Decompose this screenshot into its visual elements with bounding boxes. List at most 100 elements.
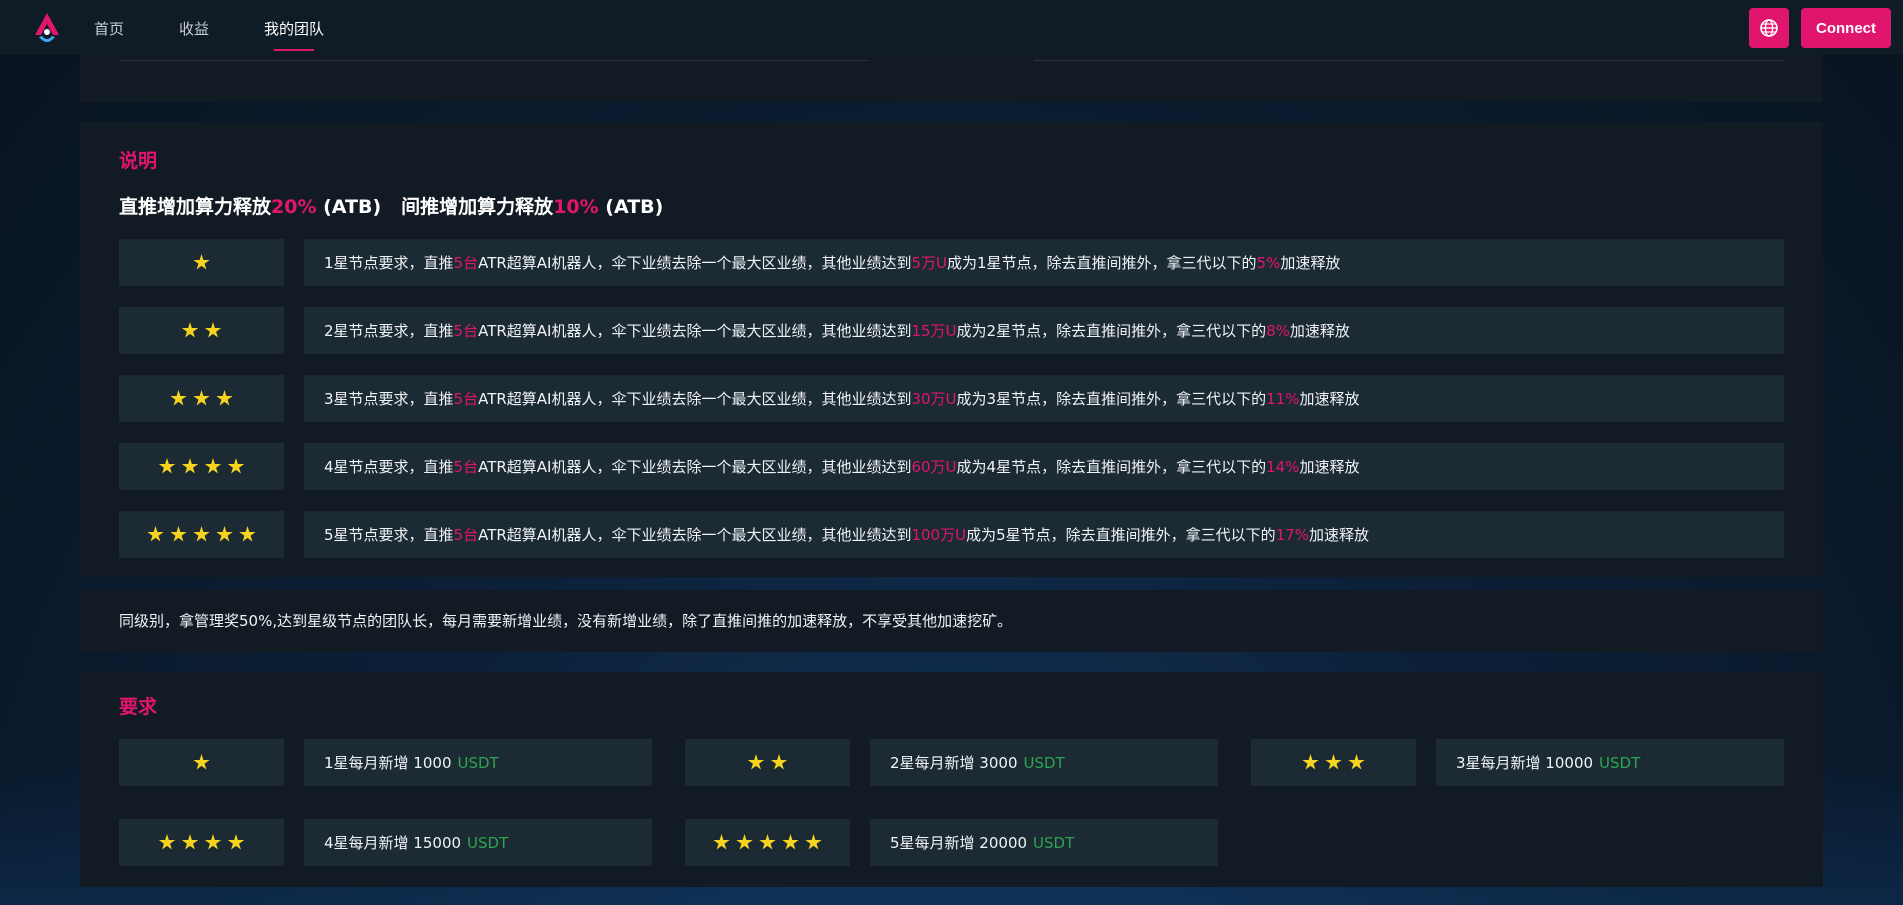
top-nav-bar: 首页 收益 我的团队 Connect xyxy=(0,0,1903,55)
row-text: 1星节点要求，直推 xyxy=(324,254,454,272)
star-icon xyxy=(782,834,799,850)
row-text: 加速释放 xyxy=(1280,254,1341,272)
divider-gap xyxy=(868,60,1034,62)
star-icon xyxy=(204,322,222,338)
row-highlight: 5台 xyxy=(453,526,479,544)
star-icon xyxy=(759,834,776,850)
monthly-requirement: 1星每月新增 1000 USDT xyxy=(304,739,652,786)
row-text: 成为4星节点，除去直推间推外，拿三代以下的 xyxy=(956,458,1267,476)
star-icon xyxy=(204,834,222,850)
requirement-text: 4星每月新增 15000 xyxy=(324,834,462,852)
star-level-5 xyxy=(119,511,284,558)
star-icon xyxy=(1325,754,1342,770)
star-level-3 xyxy=(119,375,284,422)
row-text: 成为3星节点，除去直推间推外，拿三代以下的 xyxy=(956,390,1267,408)
node-requirement-row: 2星节点要求，直推 5台 ATR超算AI机器人，伞下业绩去除一个最大区业绩，其他业绩… xyxy=(304,307,1784,354)
node-requirement-row: 3星节点要求，直推 5台 ATR超算AI机器人，伞下业绩去除一个最大区业绩，其他业绩… xyxy=(304,375,1784,422)
row-highlight: 5万U xyxy=(911,254,947,272)
row-highlight: 15万U xyxy=(911,322,957,340)
language-button[interactable] xyxy=(1749,8,1789,48)
star-icon xyxy=(170,526,187,542)
row-highlight: 14% xyxy=(1266,457,1300,476)
star-icon xyxy=(770,754,788,770)
monthly-requirement: 4星每月新增 15000 USDT xyxy=(304,819,652,866)
req-star-level-1 xyxy=(119,739,284,786)
star-icon xyxy=(193,254,210,270)
nav-my-team[interactable]: 我的团队 xyxy=(264,0,324,55)
row-text: ATR超算AI机器人，伞下业绩去除一个最大区业绩，其他业绩达到 xyxy=(478,254,912,272)
star-icon xyxy=(1348,754,1365,770)
star-icon xyxy=(147,526,164,542)
headline-indirect-unit: (ATB) xyxy=(605,196,664,218)
star-icon xyxy=(216,390,233,406)
row-highlight: 5台 xyxy=(453,390,479,408)
row-text: 5星节点要求，直推 xyxy=(324,526,454,544)
node-requirement-row: 1星节点要求，直推 5台 ATR超算AI机器人，伞下业绩去除一个最大区业绩，其他业绩… xyxy=(304,239,1784,286)
description-headline: 直推增加算力释放20% (ATB) 间推增加算力释放10% (ATB) xyxy=(119,192,663,219)
star-icon xyxy=(170,390,187,406)
row-text: 成为5星节点，除去直推间推外，拿三代以下的 xyxy=(966,526,1276,544)
monthly-requirement: 3星每月新增 10000 USDT xyxy=(1436,739,1784,786)
row-highlight: 100万U xyxy=(911,526,967,544)
star-icon xyxy=(805,834,822,850)
star-icon xyxy=(204,458,222,474)
requirements-title: 要求 xyxy=(119,696,158,718)
globe-icon xyxy=(1760,19,1778,37)
requirements-panel: 要求 1星每月新增 1000 USDT 2星每月新增 3000 USDT 3星每月新… xyxy=(80,672,1823,887)
node-requirement-row: 5星节点要求，直推 5台 ATR超算AI机器人，伞下业绩去除一个最大区业绩，其他业绩… xyxy=(304,511,1784,558)
row-highlight: 5% xyxy=(1256,253,1281,272)
usdt-unit: USDT xyxy=(1023,753,1065,772)
star-icon xyxy=(736,834,753,850)
star-icon xyxy=(158,834,176,850)
atr-logo-icon[interactable] xyxy=(32,11,62,45)
connect-wallet-button[interactable]: Connect xyxy=(1801,8,1891,48)
star-icon xyxy=(181,834,199,850)
headline-indirect-label: 间推增加算力释放 xyxy=(401,196,554,218)
star-icon xyxy=(193,754,210,770)
row-highlight: 5台 xyxy=(453,254,479,272)
star-icon xyxy=(193,390,210,406)
star-level-4 xyxy=(119,443,284,490)
star-icon xyxy=(239,526,256,542)
row-text: 加速释放 xyxy=(1289,322,1350,340)
nav-earnings[interactable]: 收益 xyxy=(179,0,209,55)
row-highlight: 60万U xyxy=(911,458,957,476)
usdt-unit: USDT xyxy=(1599,753,1641,772)
headline-indirect-pct: 10% xyxy=(553,196,599,218)
requirement-text: 5星每月新增 20000 xyxy=(890,834,1028,852)
row-text: ATR超算AI机器人，伞下业绩去除一个最大区业绩，其他业绩达到 xyxy=(478,458,912,476)
star-icon xyxy=(747,754,765,770)
row-text: 成为2星节点，除去直推间推外，拿三代以下的 xyxy=(956,322,1267,340)
row-highlight: 5台 xyxy=(453,458,479,476)
star-icon xyxy=(181,322,199,338)
star-icon xyxy=(227,834,245,850)
nav-home[interactable]: 首页 xyxy=(94,0,124,55)
star-icon xyxy=(216,526,233,542)
row-text: 加速释放 xyxy=(1308,526,1369,544)
star-icon xyxy=(193,526,210,542)
row-highlight: 30万U xyxy=(911,390,957,408)
row-text: 3星节点要求，直推 xyxy=(324,390,454,408)
row-text: 成为1星节点，除去直推间推外，拿三代以下的 xyxy=(947,254,1257,272)
row-text: ATR超算AI机器人，伞下业绩去除一个最大区业绩，其他业绩达到 xyxy=(478,322,912,340)
row-highlight: 11% xyxy=(1266,389,1300,408)
headline-direct-unit: (ATB) xyxy=(323,196,382,218)
monthly-requirement: 2星每月新增 3000 USDT xyxy=(870,739,1218,786)
management-bonus-note: 同级别，拿管理奖50%,达到星级节点的团队长，每月需要新增业绩，没有新增业绩，除… xyxy=(119,612,1013,630)
row-text: 2星节点要求，直推 xyxy=(324,322,454,340)
usdt-unit: USDT xyxy=(457,753,499,772)
row-text: 4星节点要求，直推 xyxy=(324,458,454,476)
star-icon xyxy=(181,458,199,474)
requirement-text: 1星每月新增 1000 xyxy=(324,754,452,772)
headline-direct-pct: 20% xyxy=(271,196,317,218)
monthly-requirement: 5星每月新增 20000 USDT xyxy=(870,819,1218,866)
headline-direct-label: 直推增加算力释放 xyxy=(119,196,272,218)
req-star-level-3 xyxy=(1251,739,1416,786)
row-highlight: 17% xyxy=(1275,525,1309,544)
req-star-level-4 xyxy=(119,819,284,866)
description-panel: 说明 直推增加算力释放20% (ATB) 间推增加算力释放10% (ATB) 1星… xyxy=(80,122,1823,577)
main-nav: 首页 收益 我的团队 xyxy=(94,0,379,55)
row-highlight: 8% xyxy=(1266,321,1290,340)
description-title: 说明 xyxy=(119,150,158,172)
star-icon xyxy=(713,834,730,850)
